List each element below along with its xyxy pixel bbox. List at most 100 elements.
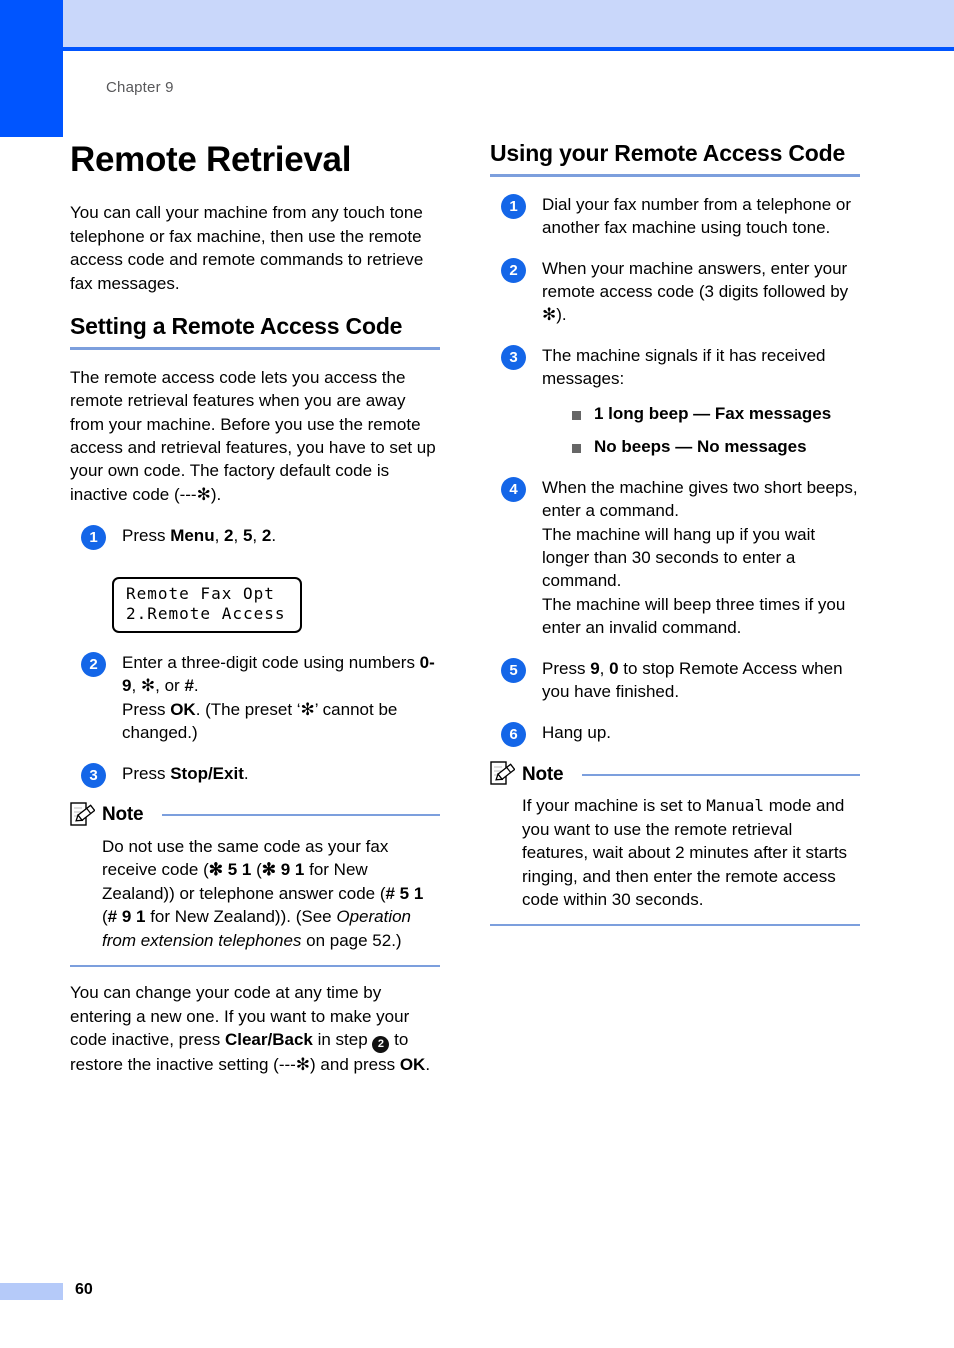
step-text: Press OK. (The preset ‘✻’ cannot be chan… — [122, 698, 440, 745]
note-text: If your machine is set to Manual mode an… — [522, 794, 860, 911]
step-item: 1 Dial your fax number from a telephone … — [490, 193, 860, 240]
step-text: The machine will hang up if you wait lon… — [542, 524, 816, 591]
note-block: Note If your machine is set to Manual mo… — [490, 761, 860, 927]
step-text-part: Press — [122, 763, 171, 783]
step-item: 5 Press 9, 0 to stop Remote Access when … — [490, 657, 860, 704]
step-number-badge: 1 — [81, 525, 106, 551]
step-number-badge: 6 — [501, 721, 526, 747]
header-rule — [63, 47, 954, 51]
step-number-badge: 4 — [501, 476, 526, 502]
step-text: The machine signals if it has received m… — [542, 345, 826, 389]
step-number-badge: 3 — [81, 762, 106, 788]
note-header: Note — [70, 802, 440, 829]
chapter-label: Chapter 9 — [106, 79, 174, 96]
list-item: 1 long beep — Fax messages — [572, 403, 860, 426]
step-item: 3 The machine signals if it has received… — [490, 344, 860, 459]
left-column: Remote Retrieval You can call your machi… — [70, 140, 440, 1095]
step-item: 2 When your machine answers, enter your … — [490, 257, 860, 327]
closing-paragraph: You can change your code at any time by … — [70, 981, 440, 1076]
note-pencil-icon — [70, 802, 95, 826]
code-fax-receive: ✻ 5 1 — [208, 860, 252, 880]
step-text-part: . — [243, 763, 249, 783]
note-header-rule — [582, 773, 860, 776]
section-rule — [490, 173, 860, 177]
step-text: Press Stop/Exit. — [122, 762, 440, 785]
step-number-badge: 3 — [501, 344, 526, 370]
key-ok: OK — [399, 1055, 426, 1075]
note-header: Note — [490, 761, 860, 788]
right-column: Using your Remote Access Code 1 Dial you… — [490, 140, 860, 940]
key-stop-exit: Stop/Exit — [170, 763, 244, 783]
step-text: Enter a three-digit code using numbers 0… — [122, 651, 440, 698]
lcd-line-1: Remote Fax Opt — [126, 583, 275, 603]
note-text-part: If your machine is set to — [522, 796, 707, 816]
step-text-part: , — [214, 526, 225, 546]
note-footer-rule — [490, 924, 860, 927]
page-title: Remote Retrieval — [70, 140, 352, 179]
code-fax-receive-nz: ✻ 9 1 — [261, 860, 305, 880]
step-text-part: Press — [542, 658, 591, 678]
section-intro-paragraph: The remote access code lets you access t… — [70, 367, 436, 504]
list-item: No beeps — No messages — [572, 436, 860, 459]
chapter-tab — [0, 0, 63, 137]
step-text-part: , — [252, 526, 262, 546]
inline-step-reference: 2 — [372, 1036, 390, 1054]
step-text: Dial your fax number from a telephone or… — [542, 194, 851, 238]
step-text-part: , — [233, 526, 243, 546]
signal-list: 1 long beep — Fax messages No beeps — No… — [572, 403, 860, 459]
key-hash: # — [184, 676, 194, 696]
intro-paragraph: You can call your machine from any touch… — [70, 203, 424, 293]
step-text-part: Press — [122, 526, 171, 546]
step-number-badge: 1 — [501, 193, 526, 219]
key-digit: 2 — [224, 526, 234, 546]
step-item: 6 Hang up. — [490, 721, 860, 747]
step-text: When your machine answers, enter your re… — [542, 258, 849, 325]
note-label: Note — [522, 763, 564, 785]
code-tel-answer-nz: # 9 1 — [107, 907, 146, 927]
key-digit: 0 — [609, 658, 619, 678]
step-text: The machine will beep three times if you… — [542, 594, 846, 638]
note-pencil-icon — [490, 761, 515, 785]
step-item: 4 When the machine gives two short beeps… — [490, 476, 860, 640]
note-text-part: for New Zealand)). (See — [145, 907, 337, 927]
step-text: Press 9, 0 to stop Remote Access when yo… — [542, 657, 860, 704]
step-text: Press Menu, 2, 5, 2. — [122, 524, 440, 547]
step-text: When the machine gives two short beeps, … — [542, 477, 858, 521]
step-number-badge: 2 — [501, 257, 526, 283]
step-number-badge: 5 — [501, 657, 526, 683]
step-item: 3 Press Stop/Exit. — [70, 762, 440, 788]
mode-manual: Manual — [706, 796, 765, 816]
step-text-part: Enter a three-digit code using numbers — [122, 652, 420, 672]
note-label: Note — [102, 804, 144, 826]
step-number-badge: 2 — [81, 651, 106, 677]
key-digit: 2 — [261, 526, 272, 546]
key-digit: 5 — [242, 526, 253, 546]
closing-part: . — [425, 1055, 431, 1075]
note-text-part: ( — [251, 860, 262, 880]
lcd-line-2: 2.Remote Access — [126, 604, 286, 624]
step-item: 2 Enter a three-digit code using numbers… — [70, 651, 440, 745]
section-heading-using-code: Using your Remote Access Code — [490, 140, 846, 166]
key-ok: OK — [170, 699, 196, 719]
step-text: Hang up. — [542, 722, 611, 742]
note-block: Note Do not use the same code as your fa… — [70, 802, 440, 968]
step-item: 1 Press Menu, 2, 5, 2. — [70, 524, 440, 551]
lcd-display: Remote Fax Opt 2.Remote Access — [112, 576, 302, 633]
page-number: 60 — [75, 1281, 93, 1298]
code-tel-answer: # 5 1 — [385, 883, 424, 903]
note-text: Do not use the same code as your fax rec… — [102, 835, 440, 952]
step-text-part: Press — [122, 699, 171, 719]
key-digit: 9 — [590, 658, 600, 678]
note-text-part: on page 52.) — [301, 930, 402, 950]
note-footer-rule — [70, 965, 440, 968]
closing-part: in step — [312, 1030, 373, 1050]
step-text-part: . — [271, 526, 277, 546]
section-heading-setting-code: Setting a Remote Access Code — [70, 313, 403, 339]
footer-swatch — [0, 1283, 63, 1300]
step-text-part: . — [193, 676, 199, 696]
step-text-part: , ✻, or — [131, 676, 185, 696]
note-header-rule — [162, 814, 440, 817]
section-rule — [70, 346, 440, 350]
header-band — [63, 0, 954, 47]
step-text-part: , — [599, 658, 610, 678]
